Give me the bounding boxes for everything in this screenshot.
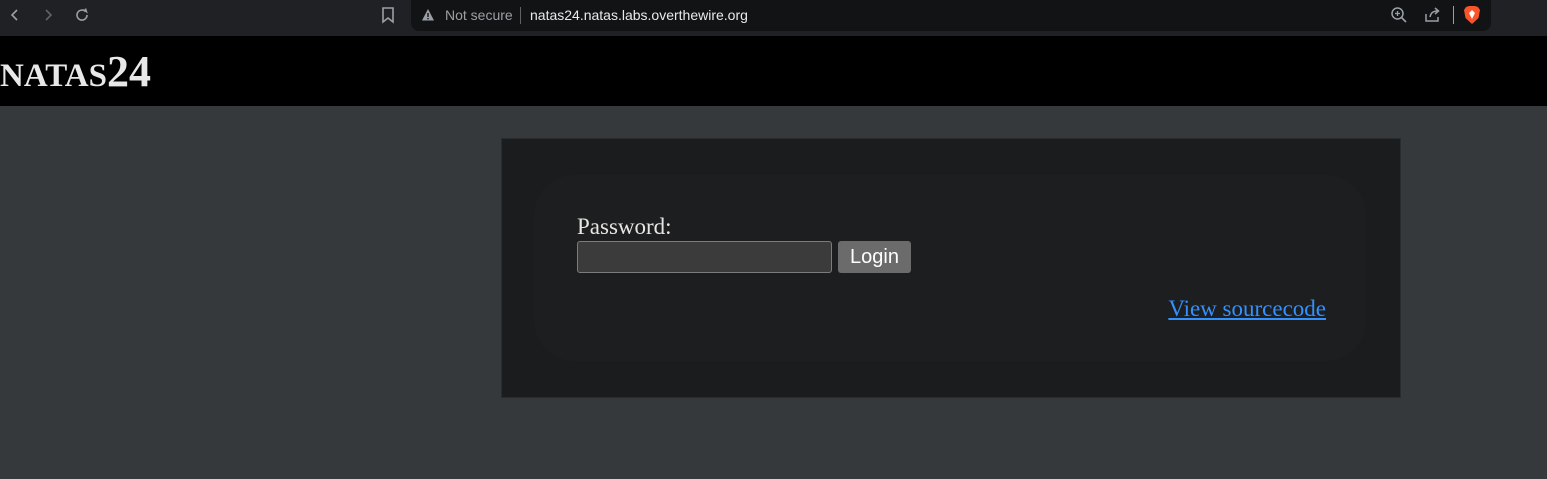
address-divider [520, 7, 521, 24]
forward-icon[interactable] [37, 4, 59, 26]
share-icon[interactable] [1423, 6, 1441, 24]
site-header: NATAS24 [0, 36, 1547, 106]
address-bar[interactable]: Not secure natas24.natas.labs.overthewir… [411, 0, 1491, 31]
login-button[interactable]: Login [838, 241, 911, 273]
browser-toolbar: Not secure natas24.natas.labs.overthewir… [0, 0, 1547, 36]
site-title-number: 24 [106, 47, 151, 96]
view-source-link[interactable]: View sourcecode [1168, 296, 1326, 322]
bookmark-icon[interactable] [378, 5, 398, 25]
brave-shield-icon[interactable] [1463, 5, 1481, 25]
security-status[interactable]: Not secure [445, 7, 513, 23]
content-panel: Password: Login View sourcecode [501, 138, 1401, 398]
toolbar-separator [1453, 6, 1454, 24]
warning-icon[interactable] [421, 8, 435, 22]
site-title-prefix: NATAS [0, 58, 107, 94]
password-label: Password: [577, 214, 672, 239]
site-title: NATAS24 [0, 46, 151, 102]
reload-icon[interactable] [71, 4, 93, 26]
password-input[interactable] [577, 241, 832, 273]
url-text[interactable]: natas24.natas.labs.overthewire.org [530, 7, 748, 23]
zoom-icon[interactable] [1390, 6, 1408, 24]
back-icon[interactable] [4, 4, 26, 26]
